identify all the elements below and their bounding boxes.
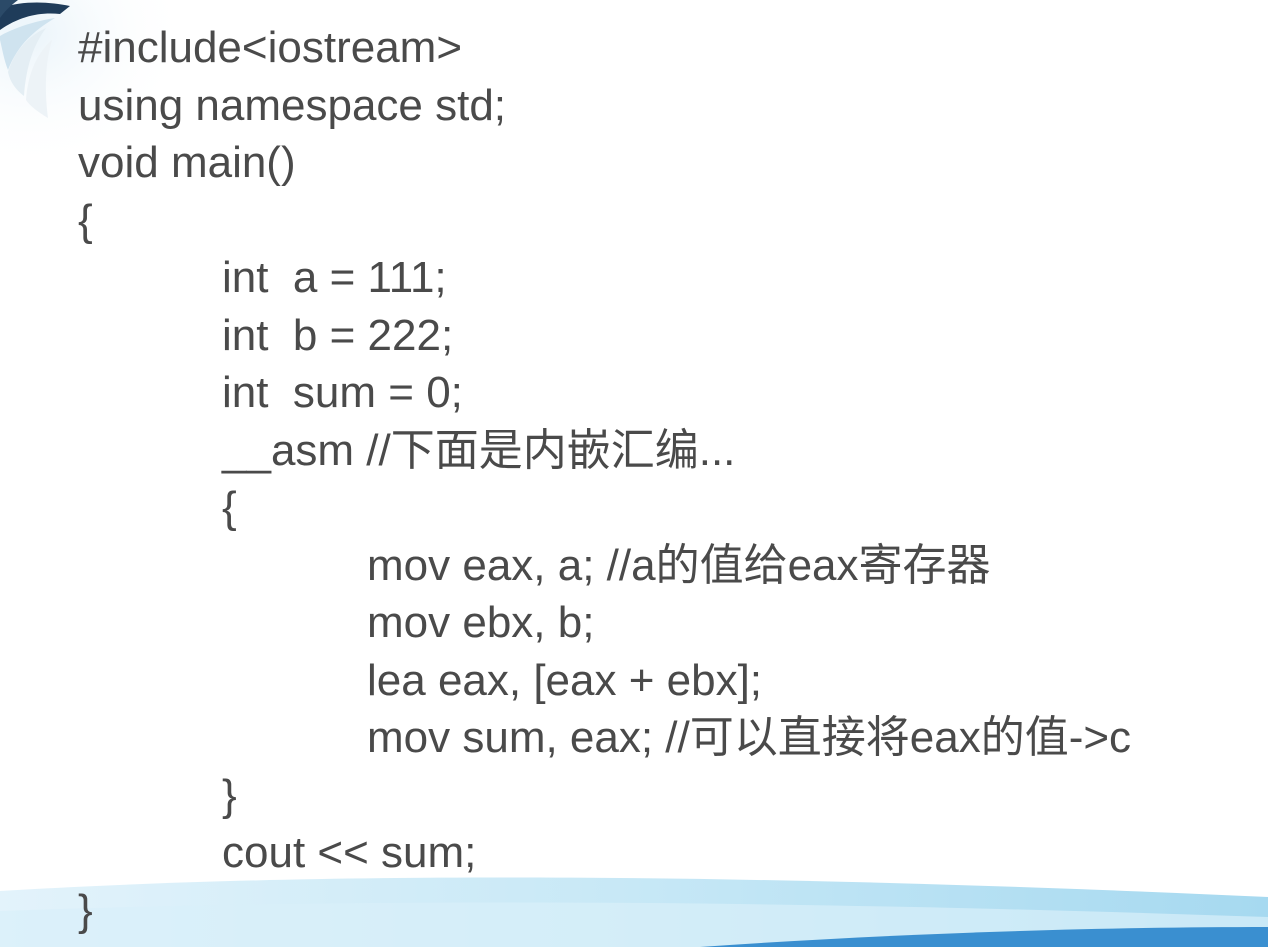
code-line: } [222, 771, 237, 820]
code-line: { [78, 196, 93, 245]
code-block: #include<iostream> using namespace std; vo… [0, 0, 1268, 947]
code-line: mov sum, eax; //可以直接将eax的值->c [367, 713, 1132, 762]
code-line: void main() [78, 138, 296, 187]
code-line: mov eax, a; //a的值给eax寄存器 [367, 541, 991, 590]
code-line: #include<iostream> [78, 23, 463, 72]
code-line: int a = 111; [222, 253, 447, 302]
code-line: { [222, 483, 237, 532]
code-line: int sum = 0; [222, 368, 463, 417]
code-line: using namespace std; [78, 81, 507, 130]
code-line: lea eax, [eax + ebx]; [367, 656, 763, 705]
slide: #include<iostream> using namespace std; vo… [0, 0, 1268, 947]
code-line: int b = 222; [222, 311, 454, 360]
code-line: __asm //下面是内嵌汇编... [222, 426, 736, 475]
code-line: mov ebx, b; [367, 598, 595, 647]
code-line: } [78, 886, 93, 935]
code-line: cout << sum; [222, 828, 477, 877]
